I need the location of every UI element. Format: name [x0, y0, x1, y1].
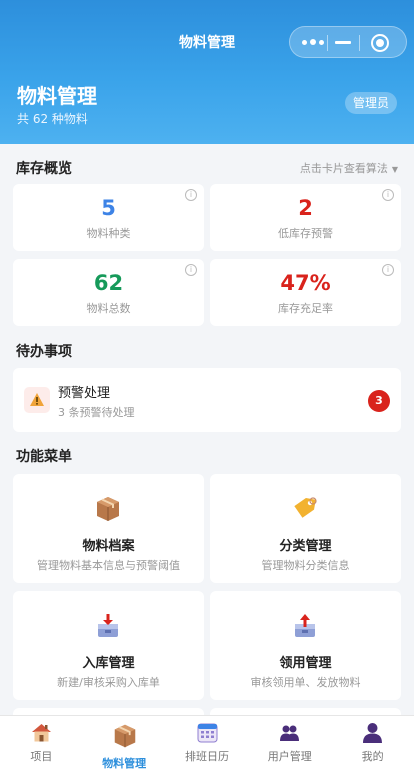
algorithm-hint[interactable]: 点击卡片查看算法 ▼ [300, 160, 398, 176]
close-target-icon[interactable] [371, 34, 389, 52]
todo-count-badge: 3 [368, 390, 390, 412]
calendar-icon [196, 721, 219, 744]
tab-schedule-calendar[interactable]: 排班日历 [166, 716, 249, 780]
todo-item-warning[interactable]: 预警处理 3 条预警待处理 [13, 368, 401, 432]
tab-label: 排班日历 [184, 750, 229, 763]
stat-label: 物料总数 [86, 302, 131, 315]
capsule-divider [327, 35, 328, 51]
person-icon [361, 721, 384, 744]
more-icon[interactable] [300, 34, 330, 50]
users-icon [278, 721, 301, 744]
tag-icon [290, 494, 320, 524]
house-icon [30, 721, 53, 744]
bottom-tab-bar: 项目 物料管理 排班日历 用户管理 我的 [0, 715, 414, 780]
menu-requisition-management[interactable]: 领用管理 审核领用单、发放物料 [210, 591, 401, 700]
algorithm-hint-text: 点击卡片查看算法 [299, 162, 388, 175]
stat-card-material-types[interactable]: i 5 物料种类 [13, 184, 204, 251]
menu-item-title: 入库管理 [82, 656, 135, 671]
package-icon [111, 722, 139, 750]
stat-card-total[interactable]: i 62 物料总数 [13, 259, 204, 326]
tab-projects[interactable]: 项目 [0, 716, 83, 780]
mini-program-capsule [289, 26, 407, 58]
menu-title: 功能菜单 [16, 449, 72, 465]
material-count-text: 共 62 种物料 [17, 112, 88, 126]
menu-material-archive[interactable]: 物料档案 管理物料基本信息与预警阈值 [13, 474, 204, 583]
menu-item-desc: 管理物料基本信息与预警阈值 [37, 559, 180, 572]
tab-user-management[interactable]: 用户管理 [248, 716, 331, 780]
menu-category-management[interactable]: 分类管理 管理物料分类信息 [210, 474, 401, 583]
overview-title: 库存概览 [16, 161, 72, 177]
role-badge: 管理员 [345, 92, 398, 114]
stat-value: 5 [101, 196, 116, 220]
menu-item-desc: 管理物料分类信息 [261, 559, 350, 572]
menu-item-title: 分类管理 [279, 539, 332, 554]
tab-label: 物料管理 [102, 757, 147, 770]
package-icon [93, 494, 123, 524]
menu-item-title: 领用管理 [279, 656, 332, 671]
menu-item-desc: 审核领用单、发放物料 [250, 676, 361, 689]
tab-mine[interactable]: 我的 [331, 716, 414, 780]
caret-down-icon: ▼ [391, 164, 398, 174]
page-header: 物料管理 物料管理 共 62 种物料 管理员 [0, 0, 414, 144]
stat-value: 47% [280, 271, 331, 295]
tab-material-management[interactable]: 物料管理 [83, 716, 166, 780]
inbox-in-icon [93, 611, 123, 641]
todo-item-title: 预警处理 [58, 386, 111, 401]
warning-icon [24, 387, 50, 413]
tab-label: 项目 [30, 750, 53, 763]
stat-label: 低库存预警 [278, 227, 333, 240]
outbox-icon [290, 611, 320, 641]
todo-title: 待办事项 [16, 344, 72, 360]
minimize-icon[interactable] [335, 41, 351, 44]
menu-inbound-management[interactable]: 入库管理 新建/审核采购入库单 [13, 591, 204, 700]
stat-label: 物料种类 [86, 227, 131, 240]
stat-card-low-stock[interactable]: i 2 低库存预警 [210, 184, 401, 251]
todo-item-subtitle: 3 条预警待处理 [58, 406, 135, 419]
stat-label: 库存充足率 [278, 302, 333, 315]
stat-value: 62 [93, 271, 124, 295]
stat-card-sufficiency-rate[interactable]: i 47% 库存充足率 [210, 259, 401, 326]
menu-item-title: 物料档案 [82, 539, 135, 554]
tab-label: 用户管理 [267, 750, 312, 763]
tab-label: 我的 [361, 750, 384, 763]
stat-value: 2 [298, 196, 313, 220]
page-title: 物料管理 [17, 84, 97, 108]
menu-item-desc: 新建/审核采购入库单 [57, 676, 160, 689]
capsule-divider [359, 35, 360, 51]
